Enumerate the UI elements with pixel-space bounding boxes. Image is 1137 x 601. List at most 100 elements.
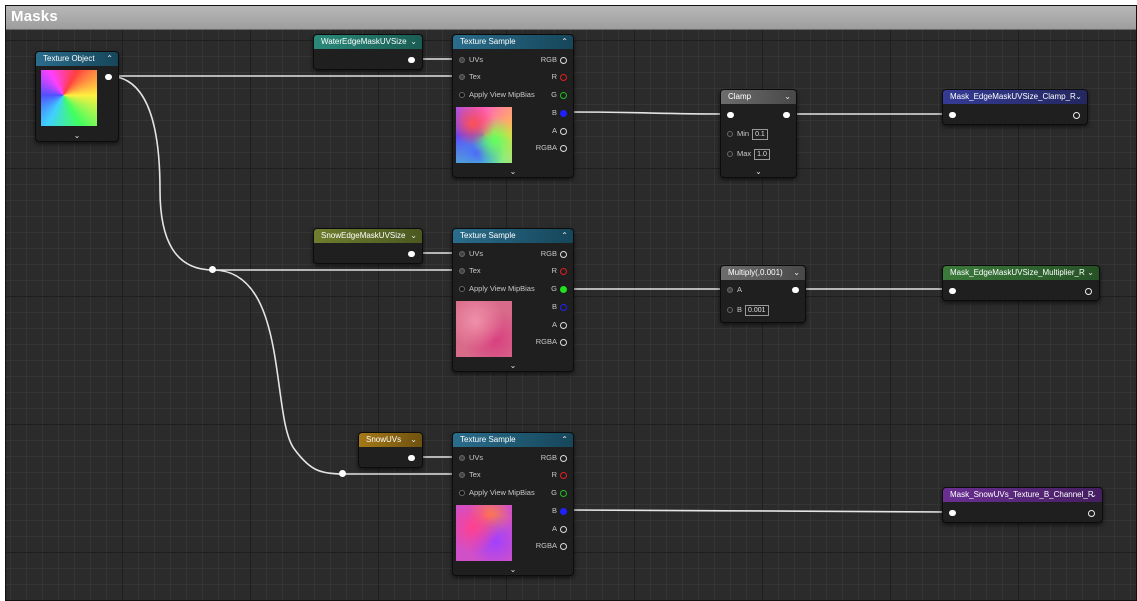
- node-header[interactable]: Mask_SnowUVs_Texture_B_Channel_R ⌄: [943, 488, 1102, 502]
- reroute-knot[interactable]: [209, 266, 216, 273]
- chevron-down-icon[interactable]: ⌄: [1075, 90, 1082, 104]
- output-clamp-node[interactable]: Mask_EdgeMaskUVSize_Clamp_R ⌄: [942, 89, 1088, 125]
- pin-label: B: [737, 305, 743, 314]
- chevron-up-icon[interactable]: ⌃: [561, 35, 568, 49]
- pin-label: Apply View MipBias: [469, 284, 535, 293]
- chevron-down-icon[interactable]: ⌄: [410, 35, 417, 49]
- pin-label: G: [551, 90, 557, 99]
- output-input-pin[interactable]: [949, 510, 956, 516]
- node-header[interactable]: WaterEdgeMaskUVSize ⌄: [314, 35, 422, 49]
- node-header[interactable]: Texture Sample ⌃: [453, 433, 573, 447]
- node-title: WaterEdgeMaskUVSize: [321, 37, 407, 46]
- pin-label: Apply View MipBias: [469, 90, 535, 99]
- node-header[interactable]: Multiply(,0.001) ⌄: [721, 266, 805, 280]
- multiply-node[interactable]: Multiply(,0.001) ⌄ A B 0.001: [720, 265, 806, 323]
- chevron-down-icon[interactable]: ⌄: [784, 90, 791, 104]
- node-title: SnowUVs: [366, 435, 402, 444]
- pin-label: Tex: [469, 470, 481, 479]
- node-title: Mask_EdgeMaskUVSize_Multiplier_R: [950, 268, 1085, 277]
- param-output-pin[interactable]: [408, 455, 415, 461]
- b-value-field[interactable]: 0.001: [745, 305, 769, 316]
- param-output-pin[interactable]: [408, 57, 415, 63]
- pin-label: B: [551, 506, 557, 515]
- output-input-pin[interactable]: [949, 112, 956, 118]
- chevron-up-icon[interactable]: ⌃: [106, 52, 113, 66]
- texture-sample-node-2[interactable]: Texture Sample ⌃ UVs Tex Apply View MipBi…: [452, 228, 574, 372]
- node-header[interactable]: Texture Sample ⌃: [453, 229, 573, 243]
- pin-label: Apply View MipBias: [469, 488, 535, 497]
- snowuvs-param-node[interactable]: SnowUVs ⌄: [358, 432, 423, 468]
- node-header[interactable]: Clamp ⌄: [721, 90, 796, 104]
- pin-label: G: [551, 488, 557, 497]
- pin-label: UVs: [469, 249, 484, 258]
- chevron-down-icon[interactable]: ⌄: [410, 229, 417, 243]
- max-label-group: Max 1.0: [737, 148, 770, 160]
- texture-sample-node-3[interactable]: Texture Sample ⌃ UVs Tex Apply View MipBi…: [452, 432, 574, 576]
- texture-output-pin[interactable]: [105, 74, 112, 80]
- pin-label: RGB: [540, 55, 557, 64]
- pin-label: Tex: [469, 72, 481, 81]
- pin-label: UVs: [469, 55, 484, 64]
- pin-label: Min: [737, 129, 750, 138]
- water-param-node[interactable]: WaterEdgeMaskUVSize ⌄: [313, 34, 423, 70]
- chevron-up-icon[interactable]: ⌃: [561, 229, 568, 243]
- pin-label: Max: [737, 149, 752, 158]
- node-header[interactable]: Texture Object ⌃: [36, 52, 118, 66]
- texture-preview: [456, 107, 512, 163]
- snow-param-node[interactable]: SnowEdgeMaskUVSize ⌄: [313, 228, 423, 264]
- node-title: Multiply(,0.001): [728, 268, 783, 277]
- pin-label: A: [551, 320, 557, 329]
- expand-icon[interactable]: ⌄: [453, 565, 573, 574]
- pin-label: A: [737, 285, 743, 294]
- output-input-pin[interactable]: [949, 288, 956, 294]
- chevron-up-icon[interactable]: ⌃: [561, 433, 568, 447]
- node-title: SnowEdgeMaskUVSize: [321, 231, 406, 240]
- clamp-input-pin[interactable]: [727, 112, 734, 118]
- b-label-group: B 0.001: [737, 304, 769, 316]
- node-header[interactable]: Mask_EdgeMaskUVSize_Multiplier_R ⌄: [943, 266, 1099, 280]
- texture-sample-node-1[interactable]: Texture Sample ⌃ UVs Tex Apply View MipBi…: [452, 34, 574, 178]
- pin-label: RGB: [540, 249, 557, 258]
- panel-titlebar: Masks: [6, 6, 1136, 30]
- chevron-down-icon[interactable]: ⌄: [1090, 488, 1097, 502]
- node-title: Texture Sample: [460, 435, 516, 444]
- texture-preview: [456, 301, 512, 357]
- pin-label: A: [551, 524, 557, 533]
- pin-label: UVs: [469, 453, 484, 462]
- output-snow-node[interactable]: Mask_SnowUVs_Texture_B_Channel_R ⌄: [942, 487, 1103, 523]
- clamp-output-pin[interactable]: [783, 112, 790, 118]
- chevron-down-icon[interactable]: ⌄: [410, 433, 417, 447]
- node-title: Texture Object: [43, 54, 95, 63]
- pin-label: RGBA: [535, 143, 557, 152]
- pin-label: R: [551, 72, 557, 81]
- chevron-down-icon[interactable]: ⌄: [1087, 266, 1094, 280]
- pin-label: R: [551, 266, 557, 275]
- max-value-field[interactable]: 1.0: [754, 149, 770, 160]
- expand-icon[interactable]: ⌄: [453, 167, 573, 176]
- pin-label: Tex: [469, 266, 481, 275]
- expand-icon[interactable]: ⌄: [36, 131, 118, 140]
- multiply-output-pin[interactable]: [792, 287, 799, 293]
- output-output-pin[interactable]: [1073, 112, 1080, 119]
- panel-title: Masks: [11, 8, 58, 25]
- min-value-field[interactable]: 0.1: [752, 129, 768, 140]
- texture-object-node[interactable]: Texture Object ⌃ ⌄: [35, 51, 119, 142]
- output-output-pin[interactable]: [1085, 288, 1092, 295]
- node-header[interactable]: SnowEdgeMaskUVSize ⌄: [314, 229, 422, 243]
- expand-icon[interactable]: ⌄: [721, 167, 796, 176]
- pin-label: B: [551, 108, 557, 117]
- node-header[interactable]: SnowUVs ⌄: [359, 433, 422, 447]
- output-output-pin[interactable]: [1088, 510, 1095, 517]
- node-title: Mask_SnowUVs_Texture_B_Channel_R: [950, 490, 1094, 499]
- param-output-pin[interactable]: [408, 251, 415, 257]
- node-title: Texture Sample: [460, 231, 516, 240]
- node-title: Clamp: [728, 92, 752, 101]
- clamp-node[interactable]: Clamp ⌄ Min 0.1 Max 1.0 ⌄: [720, 89, 797, 178]
- reroute-knot[interactable]: [339, 470, 346, 477]
- output-multiplier-node[interactable]: Mask_EdgeMaskUVSize_Multiplier_R ⌄: [942, 265, 1100, 301]
- node-header[interactable]: Texture Sample ⌃: [453, 35, 573, 49]
- expand-icon[interactable]: ⌄: [453, 361, 573, 370]
- pin-label: A: [551, 126, 557, 135]
- chevron-down-icon[interactable]: ⌄: [793, 266, 800, 280]
- node-header[interactable]: Mask_EdgeMaskUVSize_Clamp_R ⌄: [943, 90, 1087, 104]
